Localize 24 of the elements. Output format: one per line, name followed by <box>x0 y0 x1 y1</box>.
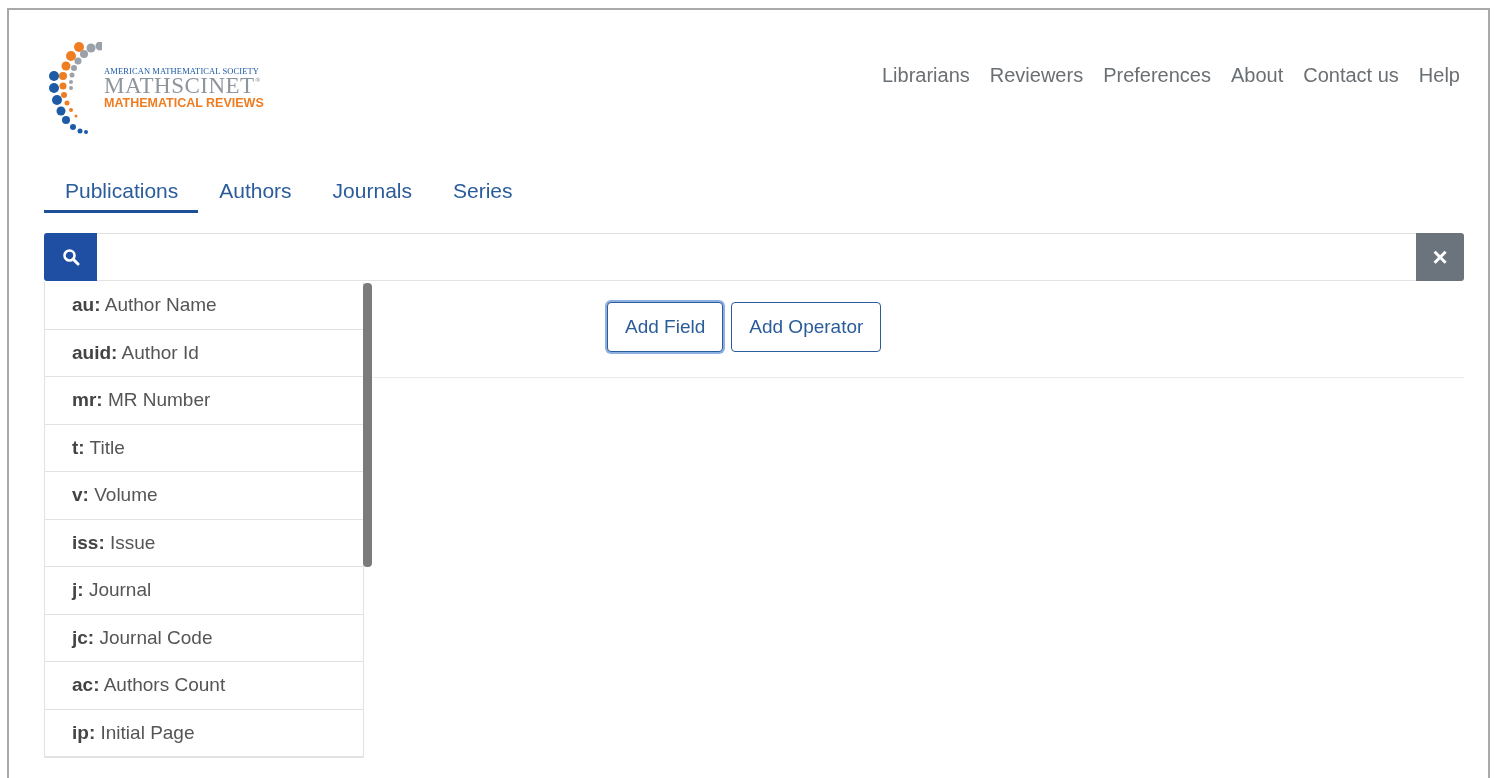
logo-subtitle-text: MATHEMATICAL REVIEWS <box>104 96 264 111</box>
nav-link[interactable]: Contact us <box>1303 64 1399 87</box>
nav-link[interactable]: Preferences <box>1103 64 1211 87</box>
nav-link[interactable]: Help <box>1418 64 1460 87</box>
search-button[interactable] <box>44 233 97 281</box>
tab[interactable]: Authors <box>198 175 312 213</box>
tab[interactable]: Journals <box>311 175 432 213</box>
nav-link[interactable]: Librarians <box>881 64 970 87</box>
scrollbar-thumb[interactable] <box>363 283 372 567</box>
nav-link[interactable]: About <box>1231 64 1284 87</box>
clear-button[interactable]: × <box>1416 233 1464 281</box>
add-button[interactable]: Add Field <box>607 302 724 352</box>
dropdown-item[interactable]: jc: Journal Code <box>45 614 363 662</box>
tab[interactable]: Publications <box>44 175 199 213</box>
dropdown-item[interactable]: ip: Initial Page <box>45 709 363 757</box>
logo-product-text: MATHSCINET <box>104 76 255 96</box>
dropdown-item[interactable]: ac: Authors Count <box>45 662 363 710</box>
nav-link[interactable]: Reviewers <box>989 64 1084 87</box>
add-button[interactable]: Add Operator <box>731 302 882 352</box>
search-field[interactable] <box>97 233 1416 281</box>
search-icon <box>61 248 80 266</box>
dropdown-item[interactable]: j: Journal <box>45 567 363 615</box>
tab[interactable]: Series <box>432 175 533 213</box>
logo-society-text: AMERICAN MATHEMATICAL SOCIETY <box>104 66 261 76</box>
